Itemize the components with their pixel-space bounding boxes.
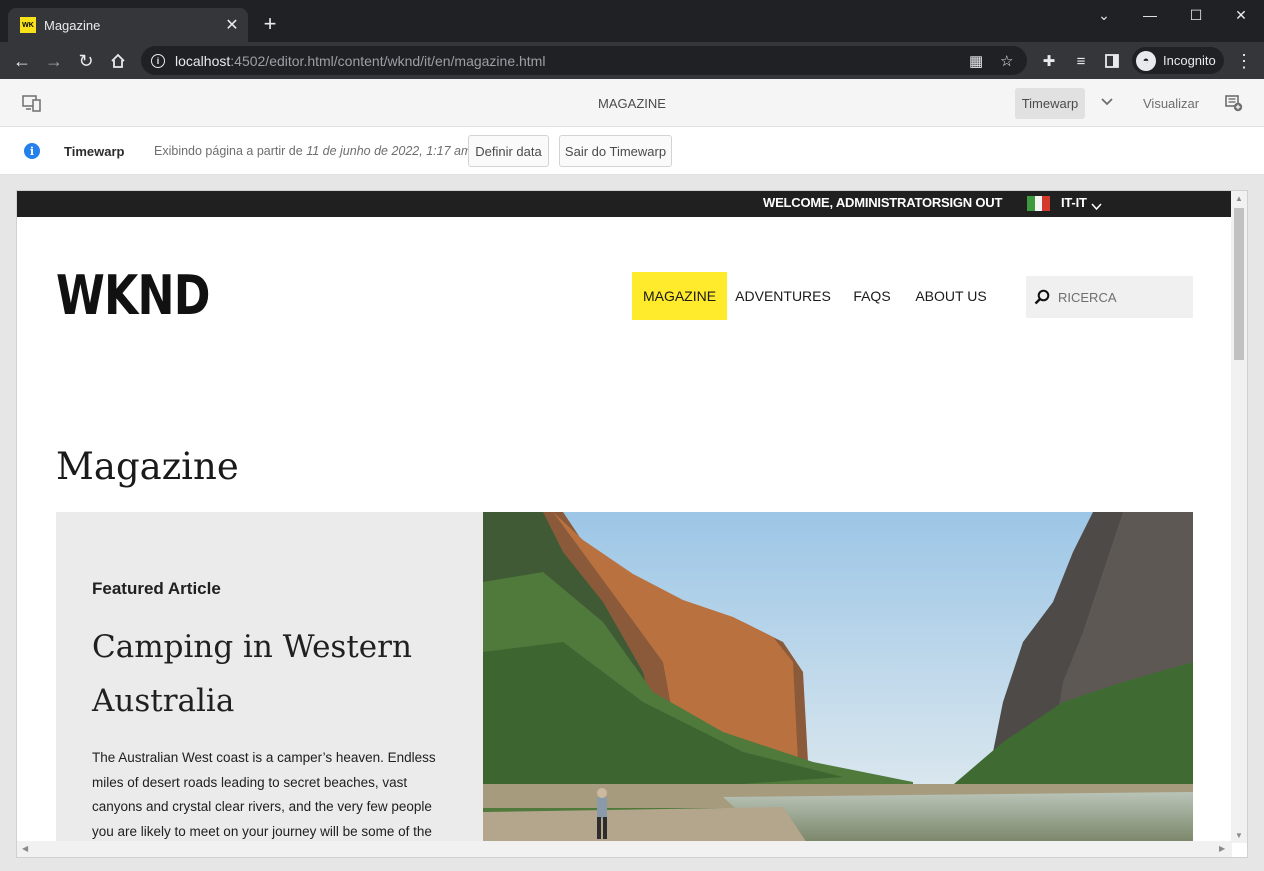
bookmark-star-icon[interactable]: ☆	[1000, 52, 1013, 70]
vertical-scrollbar[interactable]: ▲ ▼	[1231, 191, 1247, 843]
scroll-down-icon[interactable]: ▼	[1235, 831, 1243, 840]
editor-header: MAGAZINE Timewarp Visualizar	[0, 79, 1264, 127]
site-top-strip: WELCOME, ADMINISTRATOR SIGN OUT IT-IT	[17, 191, 1232, 217]
featured-article-image[interactable]	[483, 512, 1193, 852]
search-icon	[1034, 289, 1050, 305]
chevron-down-icon	[1091, 198, 1102, 216]
minimize-button[interactable]: —	[1127, 4, 1173, 26]
nav-item-faqs[interactable]: FAQS	[848, 272, 896, 320]
scroll-up-icon[interactable]: ▲	[1235, 194, 1243, 203]
page-title: Magazine	[56, 445, 239, 488]
url-text: localhost:4502/editor.html/content/wknd/…	[175, 52, 546, 69]
featured-eyebrow: Featured Article	[92, 579, 221, 598]
welcome-text: WELCOME, ADMINISTRATOR	[763, 195, 942, 210]
featured-article-card[interactable]: Featured Article Camping in Western Aust…	[56, 512, 484, 857]
browser-tabbar: WK Magazine ✕ + ⌄ — ☐ ✕	[0, 0, 1264, 42]
scroll-right-icon[interactable]: ▶	[1219, 844, 1225, 853]
sign-out-link[interactable]: SIGN OUT	[941, 195, 1002, 210]
media-queue-icon[interactable]: ≡	[1068, 48, 1094, 74]
close-window-button[interactable]: ✕	[1218, 4, 1264, 26]
site-info-icon[interactable]: i	[151, 53, 165, 68]
language-selector[interactable]: IT-IT	[1061, 195, 1087, 210]
browser-menu-icon[interactable]: ⋮	[1231, 48, 1257, 74]
new-tab-button[interactable]: +	[258, 12, 282, 36]
qr-code-icon[interactable]: ▦	[969, 52, 983, 70]
incognito-profile-button[interactable]: ◓ Incognito	[1132, 47, 1224, 74]
italy-flag-icon	[1027, 196, 1051, 211]
browser-toolbar: ← → ↻ i localhost:4502/editor.html/conte…	[0, 42, 1264, 79]
tab-search-icon[interactable]: ⌄	[1081, 4, 1127, 26]
scrollbar-thumb[interactable]	[1234, 208, 1244, 360]
reload-icon[interactable]: ↻	[73, 48, 99, 74]
nav-item-adventures[interactable]: ADVENTURES	[735, 272, 831, 320]
site-search-input[interactable]: RICERCA	[1026, 276, 1193, 318]
incognito-label: Incognito	[1163, 53, 1216, 68]
timewarp-status-text: Exibindo página a partir de 11 de junho …	[154, 144, 472, 158]
wknd-logo[interactable]: WKND	[56, 269, 211, 323]
timewarp-label: Timewarp	[64, 144, 125, 159]
close-tab-icon[interactable]: ✕	[222, 15, 242, 35]
chevron-down-icon[interactable]	[1101, 94, 1113, 109]
site-favicon-icon: WK	[20, 17, 36, 33]
forward-icon[interactable]: →	[41, 48, 67, 74]
home-icon[interactable]	[105, 48, 131, 74]
incognito-icon: ◓	[1136, 50, 1156, 71]
tab-title: Magazine	[44, 17, 101, 33]
info-icon: i	[24, 143, 40, 159]
side-panel-icon[interactable]	[1099, 48, 1125, 74]
timewarp-notice-bar: i Timewarp Exibindo página a partir de 1…	[0, 127, 1264, 175]
back-icon[interactable]: ←	[9, 48, 35, 74]
browser-tab[interactable]: WK Magazine ✕	[8, 8, 248, 42]
maximize-button[interactable]: ☐	[1173, 4, 1219, 26]
timewarp-button[interactable]: Timewarp	[1015, 88, 1085, 119]
exit-timewarp-button[interactable]: Sair do Timewarp	[559, 135, 672, 167]
page-content-frame: WELCOME, ADMINISTRATOR SIGN OUT IT-IT WK…	[16, 190, 1248, 858]
nav-item-magazine[interactable]: MAGAZINE	[632, 272, 727, 320]
extensions-icon[interactable]: ✚	[1036, 48, 1062, 74]
scroll-left-icon[interactable]: ◀	[22, 844, 28, 853]
preview-button[interactable]: Visualizar	[1143, 96, 1199, 111]
annotations-icon[interactable]	[1225, 94, 1243, 112]
set-date-button[interactable]: Definir data	[468, 135, 549, 167]
horizontal-scrollbar[interactable]: ◀ ▶	[17, 841, 1232, 857]
address-bar[interactable]: i localhost:4502/editor.html/content/wkn…	[141, 46, 1027, 75]
search-placeholder: RICERCA	[1058, 289, 1117, 305]
nav-item-about-us[interactable]: ABOUT US	[912, 272, 990, 320]
featured-title[interactable]: Camping in Western Australia	[92, 620, 462, 728]
